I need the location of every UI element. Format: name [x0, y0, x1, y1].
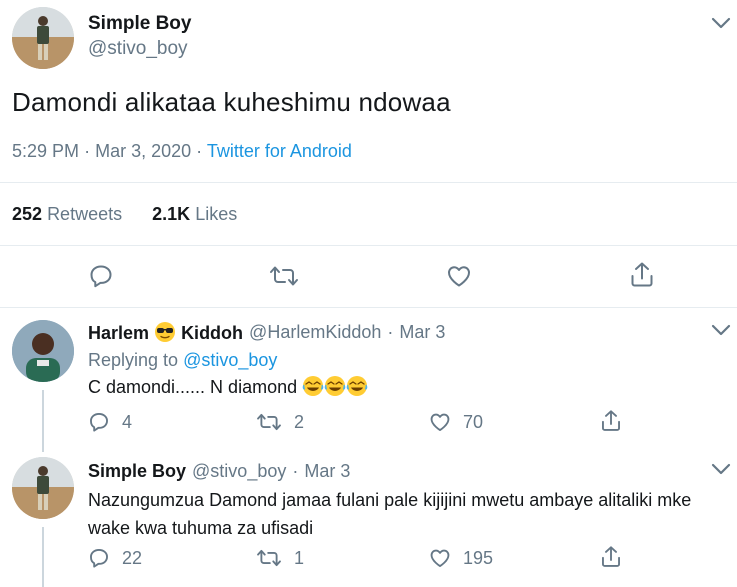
share-action[interactable]: [600, 545, 622, 569]
tweet-time[interactable]: 5:29 PM: [12, 141, 79, 161]
share-icon[interactable]: [629, 261, 655, 289]
tweet-text: Damondi alikataa kuheshimu ndowaa: [12, 87, 451, 117]
likes-stat[interactable]: 2.1K Likes: [152, 204, 237, 224]
likes-label: Likes: [195, 204, 238, 224]
meta-separator: ·: [387, 322, 394, 342]
avatar[interactable]: [12, 7, 74, 69]
tears-of-joy-emoji-icon: [302, 376, 368, 397]
reply-icon[interactable]: [88, 263, 114, 289]
thread-line: [42, 527, 44, 587]
share-icon: [602, 546, 620, 567]
author-name[interactable]: Harlem Kiddoh: [88, 321, 243, 344]
divider: [0, 182, 737, 183]
reply-header: Simple Boy @stivo_boy · Mar 3: [88, 461, 350, 482]
meta-separator: ·: [196, 141, 203, 161]
retweet-icon[interactable]: [269, 263, 299, 289]
reply-date[interactable]: Mar 3: [399, 322, 445, 343]
share-action[interactable]: [600, 409, 622, 433]
meta-separator: ·: [84, 141, 91, 161]
like-action[interactable]: 70: [429, 411, 483, 433]
retweets-label: Retweets: [47, 204, 123, 224]
divider: [0, 307, 737, 308]
reply-action[interactable]: 4: [88, 411, 132, 433]
like-count: 70: [463, 411, 484, 432]
reply-text-content: C damondi...... N diamond: [88, 377, 298, 397]
tweet-stats: 252 Retweets 2.1K Likes: [12, 204, 237, 225]
reply-text: Nazungumzua Damond jamaa fulani pale kij…: [88, 490, 692, 538]
retweets-stat[interactable]: 252 Retweets: [12, 204, 127, 224]
chevron-down-icon[interactable]: [710, 462, 732, 476]
avatar[interactable]: [12, 320, 74, 382]
reply-count: 4: [122, 411, 133, 432]
chevron-down-icon[interactable]: [710, 16, 732, 30]
reply-text: C damondi...... N diamond: [88, 373, 368, 401]
author-name-part: Harlem: [88, 323, 150, 343]
reply-header: Harlem Kiddoh @HarlemKiddoh · Mar 3: [88, 321, 445, 344]
like-count: 195: [463, 547, 494, 568]
author-name[interactable]: Simple Boy: [88, 461, 186, 482]
retweet-count: 2: [294, 411, 305, 432]
retweet-action[interactable]: 1: [256, 547, 304, 569]
reply-icon: [90, 413, 108, 432]
divider: [0, 245, 737, 246]
reply-icon: [90, 549, 108, 568]
meta-separator: ·: [292, 461, 299, 481]
like-icon: [430, 413, 450, 431]
retweets-count: 252: [12, 204, 43, 224]
replying-to-label: Replying to: [88, 350, 179, 370]
author-handle[interactable]: @stivo_boy: [192, 461, 286, 482]
likes-count: 2.1K: [152, 204, 191, 224]
author-handle[interactable]: @stivo_boy: [88, 38, 188, 60]
retweet-action[interactable]: 2: [256, 411, 304, 433]
retweet-count: 1: [294, 547, 305, 568]
replying-to-link[interactable]: @stivo_boy: [183, 350, 277, 370]
share-icon: [602, 410, 620, 431]
author-name-part: Kiddoh: [181, 323, 244, 343]
chevron-down-icon[interactable]: [710, 323, 732, 337]
author-handle[interactable]: @HarlemKiddoh: [249, 322, 381, 343]
retweet-icon: [257, 413, 281, 431]
avatar[interactable]: [12, 457, 74, 519]
tweet-date[interactable]: Mar 3, 2020: [95, 141, 191, 161]
author-name[interactable]: Simple Boy: [88, 13, 191, 35]
like-icon[interactable]: [446, 263, 472, 289]
sunglasses-emoji-icon: [155, 322, 176, 342]
reply-action[interactable]: 22: [88, 547, 142, 569]
tweet-source-link[interactable]: Twitter for Android: [207, 141, 352, 161]
replying-to: Replying to @stivo_boy: [88, 346, 277, 374]
reply-date[interactable]: Mar 3: [304, 461, 350, 482]
tweet-meta: 5:29 PM · Mar 3, 2020 · Twitter for Andr…: [12, 141, 352, 162]
reply-count: 22: [122, 547, 143, 568]
thread-line: [42, 390, 44, 452]
like-icon: [430, 549, 450, 567]
like-action[interactable]: 195: [429, 547, 493, 569]
retweet-icon: [257, 549, 281, 567]
